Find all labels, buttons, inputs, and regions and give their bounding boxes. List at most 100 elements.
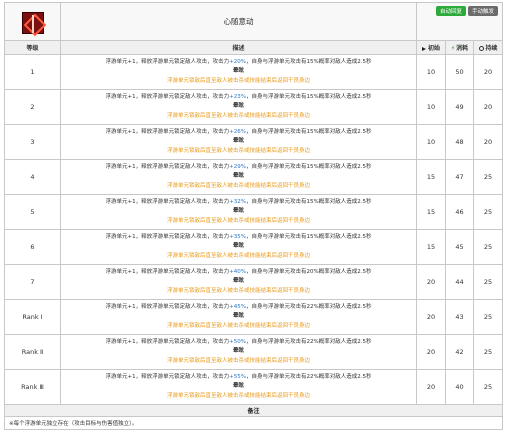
clock-icon	[478, 46, 484, 51]
table-row: Rank Ⅰ 浮游单元+1，释放浮游单元锁定敌人攻击，攻击力+45%，自身与浮游单…	[4, 299, 504, 335]
return-note: 浮游单元锁敌后直至敌人被击杀或技能结束后返回干员身边	[166, 147, 310, 154]
row-description: 浮游单元+1，释放浮游单元锁定敌人攻击，攻击力+32%，自身与浮游单元攻击有15…	[60, 194, 417, 230]
row-description: 浮游单元+1，释放浮游单元锁定敌人攻击，攻击力+26%，自身与浮游单元攻击有15…	[60, 124, 417, 160]
atk-bonus: +26%	[229, 128, 246, 135]
atk-bonus: +40%	[229, 268, 246, 275]
col-level: 等级	[4, 40, 61, 55]
return-note: 浮游单元锁敌后直至敌人被击杀或技能结束后返回干员身边	[166, 77, 310, 84]
atk-bonus: +23%	[229, 93, 246, 100]
return-note: 浮游单元锁敌后直至敌人被击杀或技能结束后返回干员身边	[166, 392, 310, 399]
return-note: 浮游单元锁敌后直至敌人被击杀或技能结束后返回干员身边	[166, 182, 310, 189]
return-note: 浮游单元锁敌后直至敌人被击杀或技能结束后返回干员身边	[166, 322, 310, 329]
atk-bonus: +45%	[229, 303, 246, 310]
row-description: 浮游单元+1，释放浮游单元锁定敌人攻击，攻击力+55%，自身与浮游单元攻击有22…	[60, 369, 417, 405]
row-cost: 40	[445, 369, 474, 405]
row-initial: 15	[416, 229, 446, 265]
return-note: 浮游单元锁敌后直至敌人被击杀或技能结束后返回干员身边	[166, 217, 310, 224]
atk-bonus: +29%	[229, 163, 246, 170]
return-note: 浮游单元锁敌后直至敌人被击杀或技能结束后返回干员身边	[166, 287, 310, 294]
row-cost: 50	[445, 54, 474, 90]
skill-name: 心随意动	[60, 2, 417, 41]
row-duration: 20	[472, 89, 504, 125]
row-level: 3	[4, 124, 61, 160]
atk-bonus: +35%	[229, 233, 246, 240]
row-initial: 15	[416, 159, 446, 195]
row-cost: 48	[445, 124, 474, 160]
row-cost: 47	[445, 159, 474, 195]
row-description: 浮游单元+1，释放浮游单元锁定敌人攻击，攻击力+20%，自身与浮游单元攻击有15…	[60, 54, 417, 90]
badge-manual-trigger: 手动触发	[468, 6, 499, 16]
return-note: 浮游单元锁敌后直至敌人被击杀或技能结束后返回干员身边	[166, 252, 310, 259]
col-duration: 持续	[472, 40, 504, 55]
row-initial: 10	[416, 89, 446, 125]
row-initial: 10	[416, 54, 446, 90]
row-description: 浮游单元+1，释放浮游单元锁定敌人攻击，攻击力+45%，自身与浮游单元攻击有22…	[60, 299, 417, 335]
row-level: Rank Ⅱ	[4, 334, 61, 370]
row-level: 6	[4, 229, 61, 265]
row-description: 浮游单元+1，释放浮游单元锁定敌人攻击，攻击力+40%，自身与浮游单元攻击有20…	[60, 264, 417, 300]
row-cost: 43	[445, 299, 474, 335]
row-level: 5	[4, 194, 61, 230]
notes-header: 备注	[3, 404, 504, 417]
row-cost: 44	[445, 264, 474, 300]
column-header-row: 等级 描述 初始 ⚡消耗 持续	[4, 40, 504, 55]
row-description: 浮游单元+1，释放浮游单元锁定敌人攻击，攻击力+50%，自身与浮游单元攻击有22…	[60, 334, 417, 370]
row-duration: 25	[472, 194, 504, 230]
stun-label: 晕眩	[232, 313, 244, 320]
skill-header-row: 心随意动 自动回复 手动触发	[4, 2, 504, 41]
stun-label: 晕眩	[232, 278, 244, 285]
stun-label: 晕眩	[232, 68, 244, 75]
row-initial: 20	[416, 264, 446, 300]
row-cost: 42	[445, 334, 474, 370]
return-note: 浮游单元锁敌后直至敌人被击杀或技能结束后返回干员身边	[166, 357, 310, 364]
row-cost: 45	[445, 229, 474, 265]
atk-bonus: +32%	[229, 198, 246, 205]
notes-header-row: 备注	[3, 404, 504, 417]
badge-auto-recovery: 自动回复	[436, 6, 467, 16]
col-initial: 初始	[416, 40, 446, 55]
stun-label: 晕眩	[232, 208, 244, 215]
row-description: 浮游单元+1，释放浮游单元锁定敌人攻击，攻击力+29%，自身与浮游单元攻击有15…	[60, 159, 417, 195]
atk-bonus: +55%	[229, 373, 246, 380]
row-duration: 25	[472, 299, 504, 335]
table-row: 7 浮游单元+1，释放浮游单元锁定敌人攻击，攻击力+40%，自身与浮游单元攻击有2…	[4, 264, 504, 300]
skill-table: 心随意动 自动回复 手动触发 等级 描述 初始 ⚡消耗 持续 1 浮游单元+1，释放…	[3, 2, 504, 430]
row-initial: 20	[416, 299, 446, 335]
row-initial: 20	[416, 334, 446, 370]
atk-bonus: +20%	[229, 58, 246, 65]
play-icon	[421, 46, 426, 51]
row-level: Rank Ⅲ	[4, 369, 61, 405]
skill-table-panel: 心随意动 自动回复 手动触发 等级 描述 初始 ⚡消耗 持续 1 浮游单元+1，释放…	[0, 0, 506, 445]
row-level: 2	[4, 89, 61, 125]
col-description: 描述	[60, 40, 417, 55]
row-initial: 10	[416, 124, 446, 160]
row-duration: 25	[472, 264, 504, 300]
row-initial: 20	[416, 369, 446, 405]
table-row: 4 浮游单元+1，释放浮游单元锁定敌人攻击，攻击力+29%，自身与浮游单元攻击有1…	[4, 159, 504, 195]
notes-text: ※每个浮游单元独立存在（攻击目标与伤害值独立）。	[3, 416, 504, 430]
row-level: 7	[4, 264, 61, 300]
stun-label: 晕眩	[232, 383, 244, 390]
stun-label: 晕眩	[232, 138, 244, 145]
table-row: 1 浮游单元+1，释放浮游单元锁定敌人攻击，攻击力+20%，自身与浮游单元攻击有1…	[4, 54, 504, 90]
skill-trigger-badges: 自动回复 手动触发	[415, 2, 504, 41]
table-row: Rank Ⅱ 浮游单元+1，释放浮游单元锁定敌人攻击，攻击力+50%，自身与浮游单…	[4, 334, 504, 370]
table-row: 2 浮游单元+1，释放浮游单元锁定敌人攻击，攻击力+23%，自身与浮游单元攻击有1…	[4, 89, 504, 125]
row-level: Rank Ⅰ	[4, 299, 61, 335]
atk-bonus: +50%	[229, 338, 246, 345]
row-level: 4	[4, 159, 61, 195]
lightning-icon: ⚡	[450, 45, 456, 52]
stun-label: 晕眩	[232, 173, 244, 180]
row-cost: 46	[445, 194, 474, 230]
row-duration: 25	[472, 159, 504, 195]
row-initial: 15	[416, 194, 446, 230]
row-cost: 49	[445, 89, 474, 125]
notes-row: ※每个浮游单元独立存在（攻击目标与伤害值独立）。	[3, 416, 504, 430]
table-row: 3 浮游单元+1，释放浮游单元锁定敌人攻击，攻击力+26%，自身与浮游单元攻击有1…	[4, 124, 504, 160]
row-duration: 25	[472, 369, 504, 405]
row-level: 1	[4, 54, 61, 90]
row-duration: 20	[472, 124, 504, 160]
row-duration: 25	[472, 229, 504, 265]
table-row: 6 浮游单元+1，释放浮游单元锁定敌人攻击，攻击力+35%，自身与浮游单元攻击有1…	[4, 229, 504, 265]
row-duration: 25	[472, 334, 504, 370]
